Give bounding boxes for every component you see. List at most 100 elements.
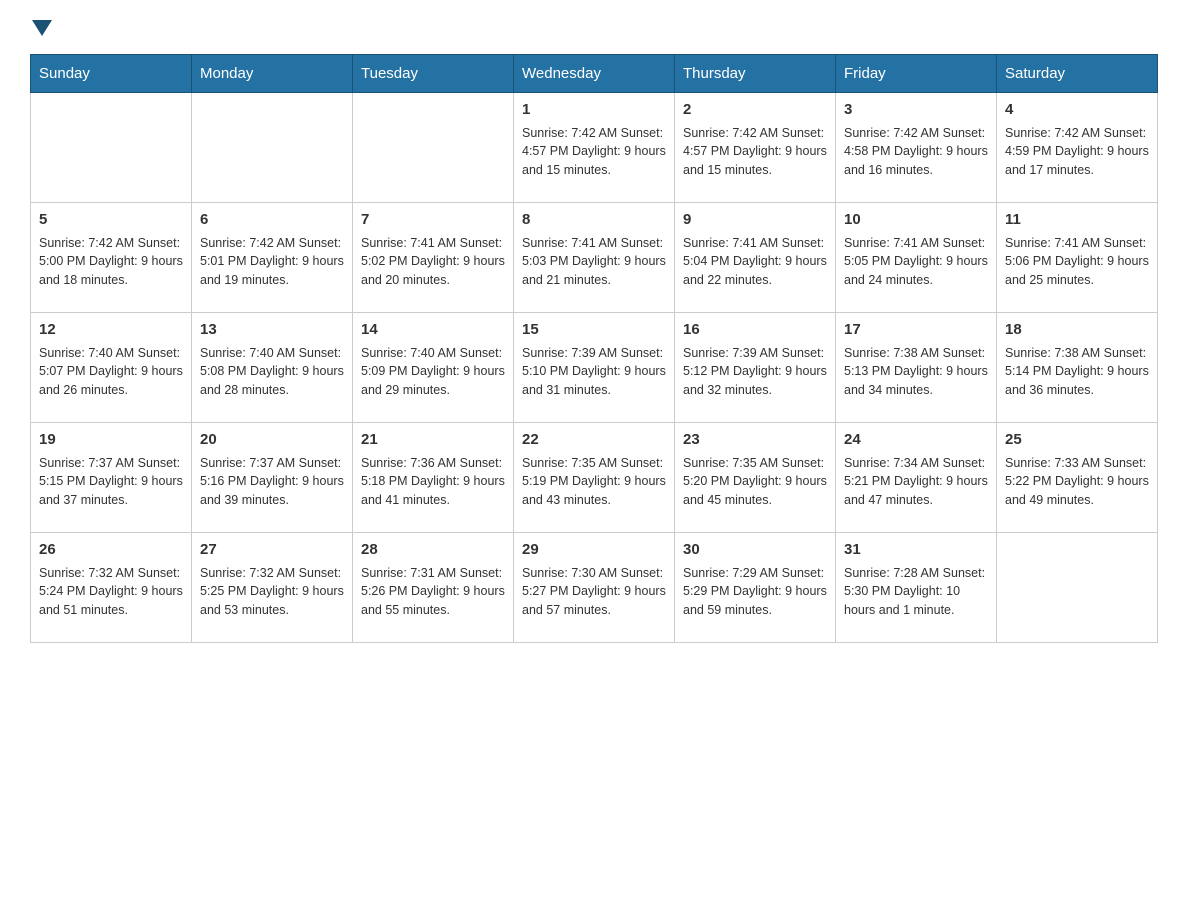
- day-info: Sunrise: 7:41 AM Sunset: 5:05 PM Dayligh…: [844, 234, 988, 290]
- logo: [30, 20, 58, 34]
- calendar-cell: 14Sunrise: 7:40 AM Sunset: 5:09 PM Dayli…: [353, 313, 514, 423]
- day-number: 30: [683, 539, 827, 562]
- day-number: 10: [844, 209, 988, 232]
- calendar-cell: 1Sunrise: 7:42 AM Sunset: 4:57 PM Daylig…: [514, 93, 675, 203]
- day-number: 27: [200, 539, 344, 562]
- day-info: Sunrise: 7:42 AM Sunset: 4:57 PM Dayligh…: [522, 124, 666, 180]
- day-number: 12: [39, 319, 183, 342]
- day-info: Sunrise: 7:42 AM Sunset: 5:01 PM Dayligh…: [200, 234, 344, 290]
- calendar-cell: [31, 93, 192, 203]
- day-info: Sunrise: 7:42 AM Sunset: 4:59 PM Dayligh…: [1005, 124, 1149, 180]
- day-info: Sunrise: 7:42 AM Sunset: 5:00 PM Dayligh…: [39, 234, 183, 290]
- calendar-cell: 20Sunrise: 7:37 AM Sunset: 5:16 PM Dayli…: [192, 423, 353, 533]
- calendar-cell: 7Sunrise: 7:41 AM Sunset: 5:02 PM Daylig…: [353, 203, 514, 313]
- calendar-cell: 3Sunrise: 7:42 AM Sunset: 4:58 PM Daylig…: [836, 93, 997, 203]
- day-number: 25: [1005, 429, 1149, 452]
- day-info: Sunrise: 7:42 AM Sunset: 4:58 PM Dayligh…: [844, 124, 988, 180]
- calendar-cell: 4Sunrise: 7:42 AM Sunset: 4:59 PM Daylig…: [997, 93, 1158, 203]
- calendar-cell: 29Sunrise: 7:30 AM Sunset: 5:27 PM Dayli…: [514, 533, 675, 643]
- calendar-week-row: 19Sunrise: 7:37 AM Sunset: 5:15 PM Dayli…: [31, 423, 1158, 533]
- calendar-cell: 22Sunrise: 7:35 AM Sunset: 5:19 PM Dayli…: [514, 423, 675, 533]
- day-number: 7: [361, 209, 505, 232]
- day-number: 31: [844, 539, 988, 562]
- calendar-cell: 23Sunrise: 7:35 AM Sunset: 5:20 PM Dayli…: [675, 423, 836, 533]
- day-info: Sunrise: 7:37 AM Sunset: 5:16 PM Dayligh…: [200, 454, 344, 510]
- calendar-header-friday: Friday: [836, 55, 997, 93]
- calendar-cell: 24Sunrise: 7:34 AM Sunset: 5:21 PM Dayli…: [836, 423, 997, 533]
- day-info: Sunrise: 7:40 AM Sunset: 5:07 PM Dayligh…: [39, 344, 183, 400]
- day-info: Sunrise: 7:28 AM Sunset: 5:30 PM Dayligh…: [844, 564, 988, 620]
- day-info: Sunrise: 7:38 AM Sunset: 5:14 PM Dayligh…: [1005, 344, 1149, 400]
- calendar-week-row: 12Sunrise: 7:40 AM Sunset: 5:07 PM Dayli…: [31, 313, 1158, 423]
- calendar-cell: 6Sunrise: 7:42 AM Sunset: 5:01 PM Daylig…: [192, 203, 353, 313]
- logo-triangle-icon: [32, 20, 52, 36]
- day-info: Sunrise: 7:32 AM Sunset: 5:25 PM Dayligh…: [200, 564, 344, 620]
- day-info: Sunrise: 7:32 AM Sunset: 5:24 PM Dayligh…: [39, 564, 183, 620]
- day-info: Sunrise: 7:30 AM Sunset: 5:27 PM Dayligh…: [522, 564, 666, 620]
- day-info: Sunrise: 7:41 AM Sunset: 5:06 PM Dayligh…: [1005, 234, 1149, 290]
- calendar-cell: 27Sunrise: 7:32 AM Sunset: 5:25 PM Dayli…: [192, 533, 353, 643]
- calendar-cell: 25Sunrise: 7:33 AM Sunset: 5:22 PM Dayli…: [997, 423, 1158, 533]
- calendar-cell: [997, 533, 1158, 643]
- calendar-header-monday: Monday: [192, 55, 353, 93]
- calendar-cell: 18Sunrise: 7:38 AM Sunset: 5:14 PM Dayli…: [997, 313, 1158, 423]
- day-number: 18: [1005, 319, 1149, 342]
- calendar-cell: 9Sunrise: 7:41 AM Sunset: 5:04 PM Daylig…: [675, 203, 836, 313]
- calendar-cell: 31Sunrise: 7:28 AM Sunset: 5:30 PM Dayli…: [836, 533, 997, 643]
- calendar-cell: 2Sunrise: 7:42 AM Sunset: 4:57 PM Daylig…: [675, 93, 836, 203]
- day-info: Sunrise: 7:29 AM Sunset: 5:29 PM Dayligh…: [683, 564, 827, 620]
- calendar-header-sunday: Sunday: [31, 55, 192, 93]
- day-number: 29: [522, 539, 666, 562]
- day-info: Sunrise: 7:35 AM Sunset: 5:20 PM Dayligh…: [683, 454, 827, 510]
- day-number: 23: [683, 429, 827, 452]
- day-number: 20: [200, 429, 344, 452]
- day-info: Sunrise: 7:39 AM Sunset: 5:12 PM Dayligh…: [683, 344, 827, 400]
- calendar-week-row: 5Sunrise: 7:42 AM Sunset: 5:00 PM Daylig…: [31, 203, 1158, 313]
- calendar-cell: 5Sunrise: 7:42 AM Sunset: 5:00 PM Daylig…: [31, 203, 192, 313]
- calendar-cell: 11Sunrise: 7:41 AM Sunset: 5:06 PM Dayli…: [997, 203, 1158, 313]
- day-number: 1: [522, 99, 666, 122]
- day-info: Sunrise: 7:41 AM Sunset: 5:04 PM Dayligh…: [683, 234, 827, 290]
- day-number: 5: [39, 209, 183, 232]
- calendar-cell: 30Sunrise: 7:29 AM Sunset: 5:29 PM Dayli…: [675, 533, 836, 643]
- calendar-cell: 15Sunrise: 7:39 AM Sunset: 5:10 PM Dayli…: [514, 313, 675, 423]
- day-info: Sunrise: 7:41 AM Sunset: 5:03 PM Dayligh…: [522, 234, 666, 290]
- calendar-cell: 12Sunrise: 7:40 AM Sunset: 5:07 PM Dayli…: [31, 313, 192, 423]
- day-info: Sunrise: 7:35 AM Sunset: 5:19 PM Dayligh…: [522, 454, 666, 510]
- calendar-cell: 17Sunrise: 7:38 AM Sunset: 5:13 PM Dayli…: [836, 313, 997, 423]
- day-number: 15: [522, 319, 666, 342]
- day-info: Sunrise: 7:31 AM Sunset: 5:26 PM Dayligh…: [361, 564, 505, 620]
- day-info: Sunrise: 7:41 AM Sunset: 5:02 PM Dayligh…: [361, 234, 505, 290]
- calendar-header-saturday: Saturday: [997, 55, 1158, 93]
- day-number: 16: [683, 319, 827, 342]
- day-number: 9: [683, 209, 827, 232]
- day-info: Sunrise: 7:42 AM Sunset: 4:57 PM Dayligh…: [683, 124, 827, 180]
- calendar-header-tuesday: Tuesday: [353, 55, 514, 93]
- calendar-cell: 8Sunrise: 7:41 AM Sunset: 5:03 PM Daylig…: [514, 203, 675, 313]
- calendar-cell: 21Sunrise: 7:36 AM Sunset: 5:18 PM Dayli…: [353, 423, 514, 533]
- day-info: Sunrise: 7:39 AM Sunset: 5:10 PM Dayligh…: [522, 344, 666, 400]
- day-info: Sunrise: 7:33 AM Sunset: 5:22 PM Dayligh…: [1005, 454, 1149, 510]
- calendar-cell: 26Sunrise: 7:32 AM Sunset: 5:24 PM Dayli…: [31, 533, 192, 643]
- day-info: Sunrise: 7:34 AM Sunset: 5:21 PM Dayligh…: [844, 454, 988, 510]
- calendar-week-row: 26Sunrise: 7:32 AM Sunset: 5:24 PM Dayli…: [31, 533, 1158, 643]
- day-number: 6: [200, 209, 344, 232]
- day-number: 8: [522, 209, 666, 232]
- day-number: 22: [522, 429, 666, 452]
- day-number: 24: [844, 429, 988, 452]
- day-number: 21: [361, 429, 505, 452]
- day-info: Sunrise: 7:37 AM Sunset: 5:15 PM Dayligh…: [39, 454, 183, 510]
- day-number: 2: [683, 99, 827, 122]
- day-number: 28: [361, 539, 505, 562]
- day-number: 4: [1005, 99, 1149, 122]
- day-number: 14: [361, 319, 505, 342]
- calendar-cell: 28Sunrise: 7:31 AM Sunset: 5:26 PM Dayli…: [353, 533, 514, 643]
- day-info: Sunrise: 7:40 AM Sunset: 5:08 PM Dayligh…: [200, 344, 344, 400]
- day-number: 19: [39, 429, 183, 452]
- page-header: [30, 20, 1158, 34]
- calendar-header-wednesday: Wednesday: [514, 55, 675, 93]
- day-number: 13: [200, 319, 344, 342]
- calendar-cell: [192, 93, 353, 203]
- day-info: Sunrise: 7:40 AM Sunset: 5:09 PM Dayligh…: [361, 344, 505, 400]
- calendar-table: SundayMondayTuesdayWednesdayThursdayFrid…: [30, 54, 1158, 643]
